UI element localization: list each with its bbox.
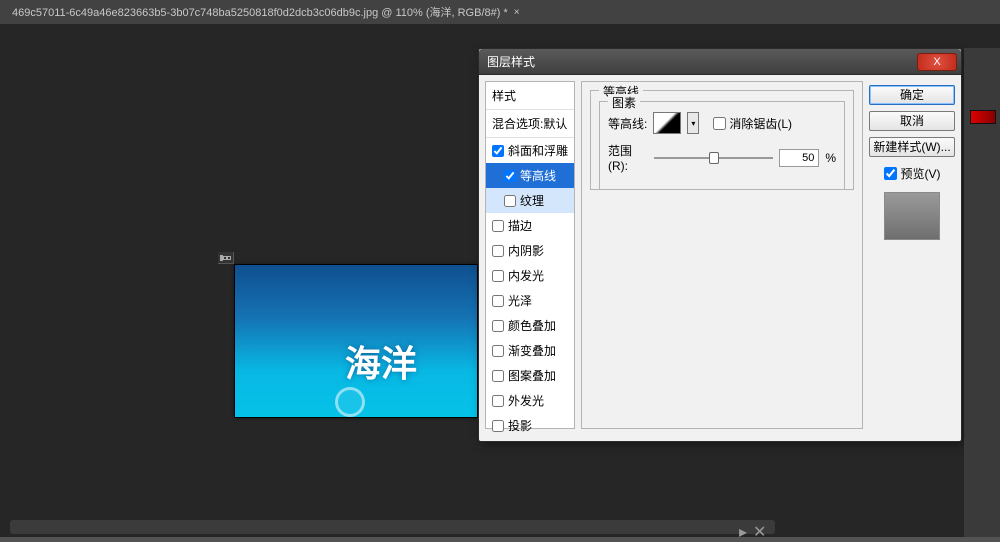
style-label: 内发光 [508, 267, 544, 284]
preview-label: 预览(V) [901, 165, 941, 182]
style-label: 颜色叠加 [508, 317, 556, 334]
contour-label: 等高线: [608, 115, 647, 132]
style-label: 纹理 [520, 192, 544, 209]
style-satin[interactable]: 光泽 [486, 288, 574, 313]
style-settings-panel: 等高线 图素 等高线: ▾ 消除锯齿(L) [581, 81, 863, 429]
new-style-button[interactable]: 新建样式(W)... [869, 137, 955, 157]
close-icon[interactable]: × [514, 7, 520, 18]
range-label: 范围(R): [608, 142, 648, 173]
horizontal-scrollbar[interactable]: ▸ ✕ [10, 520, 775, 534]
style-inner-glow[interactable]: 内发光 [486, 263, 574, 288]
range-input[interactable] [779, 149, 819, 167]
style-drop-shadow[interactable]: 投影 [486, 413, 574, 438]
style-stroke-checkbox[interactable] [492, 220, 504, 232]
contour-thumbnail[interactable] [653, 112, 681, 134]
preview-option[interactable]: 预览(V) [869, 165, 955, 182]
style-gradient-overlay[interactable]: 渐变叠加 [486, 338, 574, 363]
range-slider[interactable] [654, 150, 773, 166]
style-label: 图案叠加 [508, 367, 556, 384]
contour-fieldset: 等高线 图素 等高线: ▾ 消除锯齿(L) [590, 90, 854, 190]
style-color-overlay-checkbox[interactable] [492, 320, 504, 332]
styles-list: 样式 混合选项:默认 斜面和浮雕 等高线 纹理 [485, 81, 575, 429]
document-tabbar: 469c57011-6c49a46e823663b5-3b07c748ba525… [0, 0, 1000, 24]
layer-style-dialog: 图层样式 X 样式 混合选项:默认 斜面和浮雕 等高线 [478, 48, 962, 442]
style-contour[interactable]: 等高线 [486, 163, 574, 188]
dialog-right-column: 确定 取消 新建样式(W)... 预览(V) [863, 81, 955, 429]
style-label: 内阴影 [508, 242, 544, 259]
ruler-corner[interactable] [218, 252, 234, 264]
dialog-title: 图层样式 [483, 53, 917, 70]
style-label: 等高线 [520, 167, 556, 184]
workspace: 海洋 图层样式 X 样式 混合选项:默认 斜面和浮雕 等高 [0, 24, 1000, 537]
style-color-overlay[interactable]: 颜色叠加 [486, 313, 574, 338]
style-outer-glow-checkbox[interactable] [492, 395, 504, 407]
style-label: 外发光 [508, 392, 544, 409]
style-satin-checkbox[interactable] [492, 295, 504, 307]
style-label: 光泽 [508, 292, 532, 309]
inner-legend: 图素 [608, 94, 640, 111]
style-gradient-overlay-checkbox[interactable] [492, 345, 504, 357]
style-drop-shadow-checkbox[interactable] [492, 420, 504, 432]
antialias-option[interactable]: 消除锯齿(L) [713, 115, 792, 132]
color-chip-red[interactable] [970, 110, 996, 124]
range-unit: % [825, 151, 836, 165]
preview-checkbox[interactable] [884, 167, 897, 180]
document-tab-title: 469c57011-6c49a46e823663b5-3b07c748ba525… [12, 4, 508, 20]
antialias-label: 消除锯齿(L) [729, 115, 792, 132]
styles-header[interactable]: 样式 [486, 82, 574, 110]
style-stroke[interactable]: 描边 [486, 213, 574, 238]
style-bevel-checkbox[interactable] [492, 145, 504, 157]
canvas-text: 海洋 [345, 335, 417, 387]
style-label: 描边 [508, 217, 532, 234]
canvas-area: 海洋 [218, 252, 478, 418]
dialog-titlebar[interactable]: 图层样式 X [479, 49, 961, 75]
style-inner-shadow-checkbox[interactable] [492, 245, 504, 257]
style-bevel[interactable]: 斜面和浮雕 [486, 138, 574, 163]
document-tab[interactable]: 469c57011-6c49a46e823663b5-3b07c748ba525… [4, 0, 528, 24]
style-outer-glow[interactable]: 外发光 [486, 388, 574, 413]
element-group: 图素 等高线: ▾ 消除锯齿(L) 范围(R): [599, 101, 845, 190]
style-label: 投影 [508, 417, 532, 434]
style-label: 渐变叠加 [508, 342, 556, 359]
blend-options-row[interactable]: 混合选项:默认 [486, 110, 574, 138]
style-texture-checkbox[interactable] [504, 195, 516, 207]
style-contour-checkbox[interactable] [504, 170, 516, 182]
antialias-checkbox[interactable] [713, 117, 726, 130]
style-inner-glow-checkbox[interactable] [492, 270, 504, 282]
ok-button[interactable]: 确定 [869, 85, 955, 105]
canvas-circle-shape [335, 387, 365, 417]
preview-swatch [884, 192, 940, 240]
dialog-body: 样式 混合选项:默认 斜面和浮雕 等高线 纹理 [479, 75, 961, 435]
style-texture[interactable]: 纹理 [486, 188, 574, 213]
chevron-down-icon[interactable]: ▾ [687, 112, 699, 134]
cancel-button[interactable]: 取消 [869, 111, 955, 131]
style-pattern-overlay[interactable]: 图案叠加 [486, 363, 574, 388]
style-label: 斜面和浮雕 [508, 142, 568, 159]
close-button[interactable]: X [917, 53, 957, 71]
style-inner-shadow[interactable]: 内阴影 [486, 238, 574, 263]
style-pattern-overlay-checkbox[interactable] [492, 370, 504, 382]
document-canvas[interactable]: 海洋 [234, 264, 478, 418]
